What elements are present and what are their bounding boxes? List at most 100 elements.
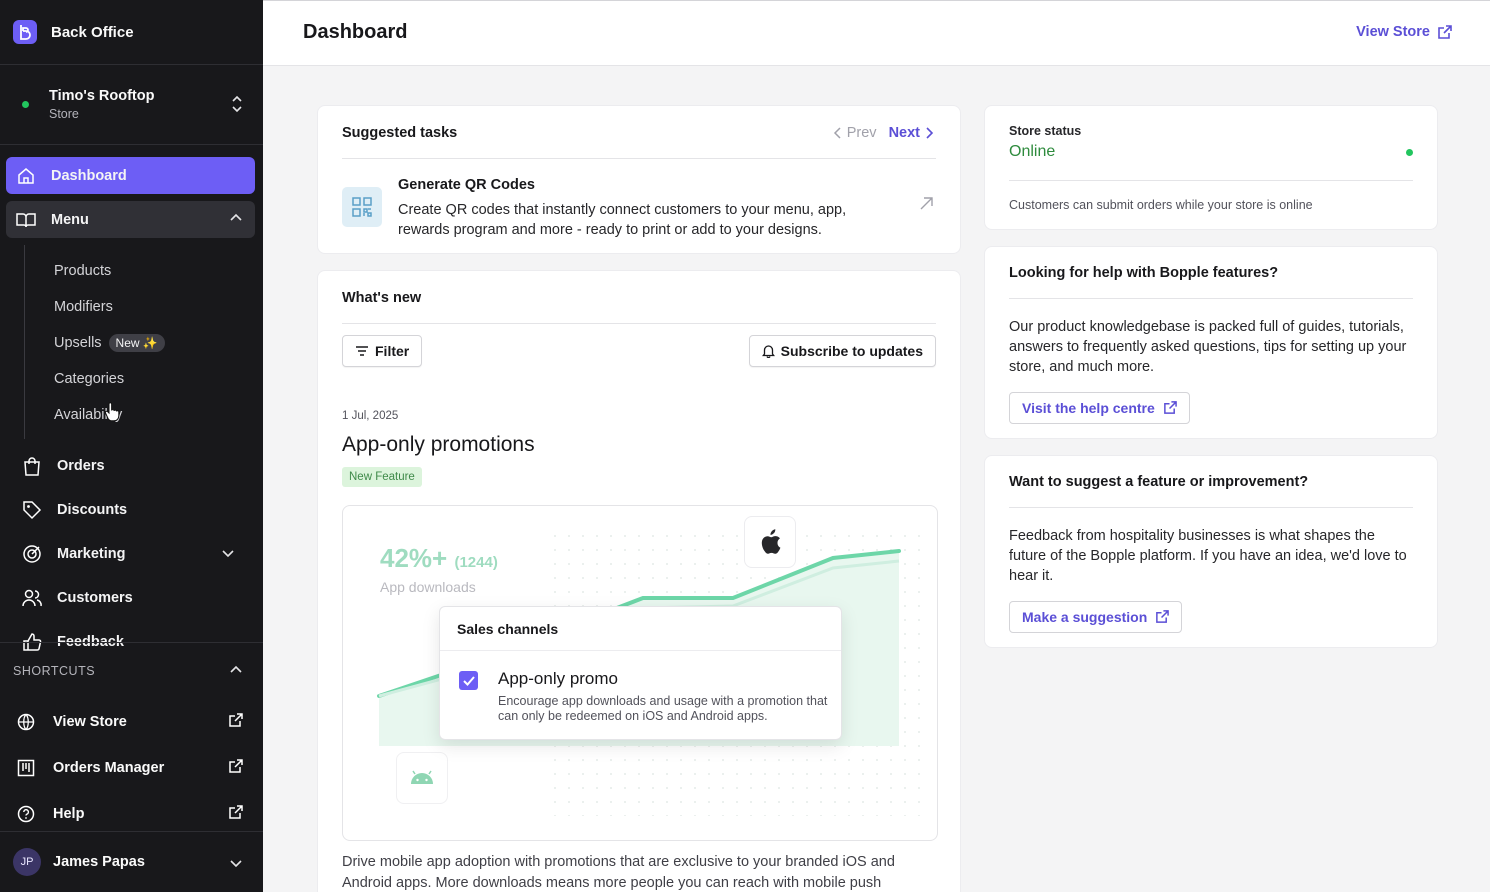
sub-item-label: Products xyxy=(54,263,112,279)
whats-new-heading: What's new xyxy=(342,290,422,306)
divider xyxy=(1009,298,1413,299)
shortcut-label: View Store xyxy=(53,714,127,730)
divider xyxy=(342,323,936,324)
nav-discounts[interactable]: Discounts xyxy=(6,488,255,532)
sales-channels-panel: Sales channels App-only promo Encourage … xyxy=(439,606,842,740)
sub-item-availability[interactable]: Availability xyxy=(25,397,255,433)
book-open-icon xyxy=(16,210,36,230)
task-title[interactable]: Generate QR Codes xyxy=(398,177,535,193)
sub-item-label: Upsells xyxy=(54,335,102,351)
nav-menu-label: Menu xyxy=(51,211,89,228)
nav-marketing-label: Marketing xyxy=(57,546,126,562)
users-icon xyxy=(22,588,42,608)
news-date: 1 Jul, 2025 xyxy=(342,410,399,422)
chevron-up-down-icon xyxy=(231,95,243,118)
sub-item-upsells[interactable]: Upsells New ✨ xyxy=(25,325,255,361)
external-link-icon xyxy=(228,759,243,778)
next-label: Next xyxy=(888,125,920,141)
divider xyxy=(1009,507,1413,508)
new-badge: New ✨ xyxy=(108,334,165,352)
filter-button[interactable]: Filter xyxy=(342,335,423,367)
filter-icon xyxy=(356,346,368,356)
brand[interactable]: Back Office xyxy=(0,0,263,65)
chevron-left-icon xyxy=(833,127,841,139)
divider xyxy=(1009,180,1413,181)
shortcut-orders-manager[interactable]: Orders Manager xyxy=(0,745,263,791)
tag-icon xyxy=(22,500,42,520)
home-icon xyxy=(16,166,36,186)
chevron-down-icon xyxy=(229,856,243,875)
external-link-icon xyxy=(228,713,243,732)
store-status-note: Customers can submit orders while your s… xyxy=(1009,198,1313,212)
suggest-card: Want to suggest a feature or improvement… xyxy=(984,455,1438,648)
store-type: Store xyxy=(49,107,79,121)
stat-count: (1244) xyxy=(454,554,498,571)
nav-discounts-label: Discounts xyxy=(57,502,128,518)
sub-item-modifiers[interactable]: Modifiers xyxy=(25,289,255,325)
make-suggestion-label: Make a suggestion xyxy=(1022,609,1148,625)
sub-item-products[interactable]: Products xyxy=(25,253,255,289)
online-indicator xyxy=(1406,149,1413,156)
make-suggestion-button[interactable]: Make a suggestion xyxy=(1009,601,1183,633)
new-feature-tag: New Feature xyxy=(342,467,422,487)
shortcut-view-store[interactable]: View Store xyxy=(0,699,263,745)
sidebar: Back Office Timo's Rooftop Store Dashboa… xyxy=(0,0,263,892)
target-icon xyxy=(22,544,42,564)
help-centre-button[interactable]: Visit the help centre xyxy=(1009,392,1190,424)
chevron-right-icon xyxy=(926,127,934,139)
help-centre-label: Visit the help centre xyxy=(1022,400,1155,416)
feature-illustration: 42%+ (1244) App downloads Sales channels… xyxy=(342,505,938,841)
chevron-up-icon xyxy=(229,663,243,680)
shopping-bag-icon xyxy=(22,456,42,476)
nav-customers-label: Customers xyxy=(57,590,133,606)
sub-item-categories[interactable]: Categories xyxy=(25,361,255,397)
user-menu[interactable]: JP James Papas xyxy=(0,831,263,892)
tasks-pager: Prev Next xyxy=(833,125,934,141)
suggested-tasks-heading: Suggested tasks xyxy=(342,125,458,141)
subscribe-button[interactable]: Subscribe to updates xyxy=(748,335,936,367)
shortcuts-section: SHORTCUTS View Store Orders Manager Help xyxy=(0,642,263,837)
kanban-icon xyxy=(16,758,36,778)
store-switcher[interactable]: Timo's Rooftop Store xyxy=(0,65,263,145)
store-name: Timo's Rooftop xyxy=(49,88,155,104)
external-link-icon xyxy=(1438,24,1452,39)
filter-label: Filter xyxy=(375,343,410,359)
view-store-link[interactable]: View Store xyxy=(1356,24,1452,40)
nav-customers[interactable]: Customers xyxy=(6,576,255,620)
shortcuts-heading: SHORTCUTS xyxy=(13,664,96,678)
divider xyxy=(440,650,841,651)
apple-icon xyxy=(744,516,796,568)
chevron-down-icon xyxy=(221,546,235,564)
chevron-up-icon xyxy=(229,211,243,229)
main-nav: Dashboard Menu Products Modifiers Upsell… xyxy=(0,145,263,664)
news-body: Drive mobile app adoption with promotion… xyxy=(342,854,895,891)
checked-checkbox-icon xyxy=(459,671,478,690)
online-indicator xyxy=(22,101,29,108)
stat-value: 42%+ xyxy=(380,543,448,573)
nav-orders[interactable]: Orders xyxy=(6,444,255,488)
store-status-label: Store status xyxy=(1009,124,1082,138)
view-store-label: View Store xyxy=(1356,24,1430,40)
next-button[interactable]: Next xyxy=(889,125,934,141)
prev-label: Prev xyxy=(846,125,877,141)
sales-channels-heading: Sales channels xyxy=(457,621,559,637)
brand-logo-icon xyxy=(13,20,37,44)
app-only-promo-title: App-only promo xyxy=(498,669,619,688)
shortcut-label: Orders Manager xyxy=(53,760,165,776)
sub-item-label: Modifiers xyxy=(54,299,113,315)
task-description: Create QR codes that instantly connect c… xyxy=(398,202,847,238)
prev-button[interactable]: Prev xyxy=(833,125,877,141)
nav-dashboard[interactable]: Dashboard xyxy=(6,157,255,194)
shortcuts-header[interactable]: SHORTCUTS xyxy=(0,643,263,699)
nav-marketing[interactable]: Marketing xyxy=(6,532,255,576)
arrow-up-right-icon[interactable] xyxy=(919,196,934,216)
nav-menu[interactable]: Menu xyxy=(6,201,255,238)
sub-item-label: Categories xyxy=(54,371,125,387)
app-downloads-stat: 42%+ (1244) xyxy=(380,543,498,574)
user-name: James Papas xyxy=(53,854,145,870)
help-card: Looking for help with Bopple features? O… xyxy=(984,246,1438,439)
subscribe-label: Subscribe to updates xyxy=(780,343,923,359)
help-heading: Looking for help with Bopple features? xyxy=(1009,265,1279,281)
qr-code-icon xyxy=(342,187,382,227)
store-status-value: Online xyxy=(1009,143,1056,160)
